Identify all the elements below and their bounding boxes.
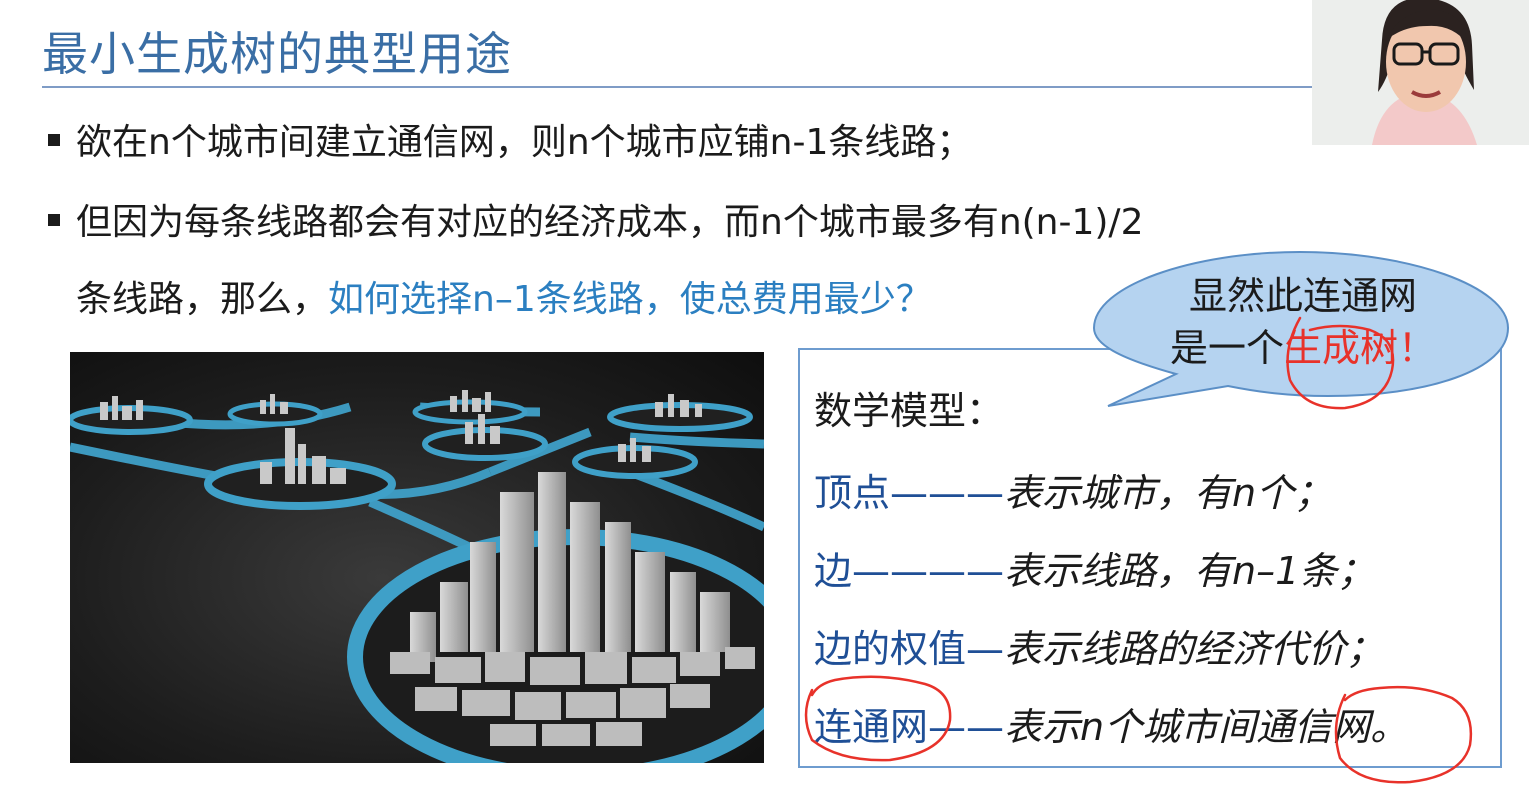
bubble-emphasis: 生成树: [1283, 326, 1398, 370]
bubble-prefix: 是一个: [1169, 326, 1284, 370]
bullet-2: 但因为每条线路都会有对应的经济成本，而n个城市最多有n(n-1)/2: [48, 193, 1143, 245]
city-network-image: [70, 352, 764, 763]
bullet-square-icon: [48, 214, 60, 226]
bubble-line-2: 是一个生成树！: [1138, 322, 1468, 374]
presenter-webcam: [1312, 0, 1529, 145]
model-row-connected-network: 连通网——表示n个城市间通信网。: [814, 696, 1408, 751]
bubble-text: 显然此连通网 是一个生成树！: [1138, 270, 1468, 374]
bullet-2-highlight: 如何选择n–1条线路，使总费用最少？: [328, 279, 932, 320]
bullet-square-icon: [48, 134, 60, 146]
model-term: 边的权值: [814, 627, 967, 671]
model-description: 表示n个城市间通信网。: [1004, 705, 1409, 749]
model-description: 表示城市，有n个；: [1004, 471, 1333, 515]
bullet-2-text: 但因为每条线路都会有对应的经济成本，而n个城市最多有n(n-1)/2: [76, 202, 1144, 243]
bullet-2-prefix: 条线路，那么，: [76, 279, 329, 320]
bullet-1-text: 欲在n个城市间建立通信网，则n个城市应铺n-1条线路；: [76, 122, 973, 163]
bullet-1: 欲在n个城市间建立通信网，则n个城市应铺n-1条线路；: [48, 113, 972, 165]
model-title: 数学模型：: [814, 389, 1005, 433]
model-dash: ———: [890, 471, 1005, 515]
model-term: 连通网: [814, 705, 929, 749]
bubble-suffix: ！: [1398, 326, 1437, 370]
model-term: 边: [814, 549, 853, 593]
city-network-illustration-icon: [70, 390, 764, 763]
model-row-weight: 边的权值—表示线路的经济代价；: [814, 618, 1384, 673]
slide-title: 最小生成树的典型用途: [42, 27, 512, 81]
model-term: 顶点: [814, 471, 891, 515]
model-row-edge: 边————表示线路，有n–1条；: [814, 540, 1375, 595]
model-dash: ——: [928, 705, 1005, 749]
model-row-vertex: 顶点———表示城市，有n个；: [814, 462, 1332, 517]
bubble-line-1: 显然此连通网: [1188, 274, 1417, 318]
model-description: 表示线路的经济代价；: [1004, 627, 1385, 671]
title-divider: [42, 86, 1312, 88]
bullet-2-continuation: 条线路，那么，如何选择n–1条线路，使总费用最少？: [76, 270, 932, 322]
presenter-figure-icon: [1312, 0, 1529, 145]
model-dash: —: [966, 627, 1005, 671]
model-dash: ————: [852, 549, 1005, 593]
model-description: 表示线路，有n–1条；: [1004, 549, 1376, 593]
math-model-box: 数学模型： 顶点———表示城市，有n个； 边————表示线路，有n–1条； 边的…: [798, 348, 1502, 768]
